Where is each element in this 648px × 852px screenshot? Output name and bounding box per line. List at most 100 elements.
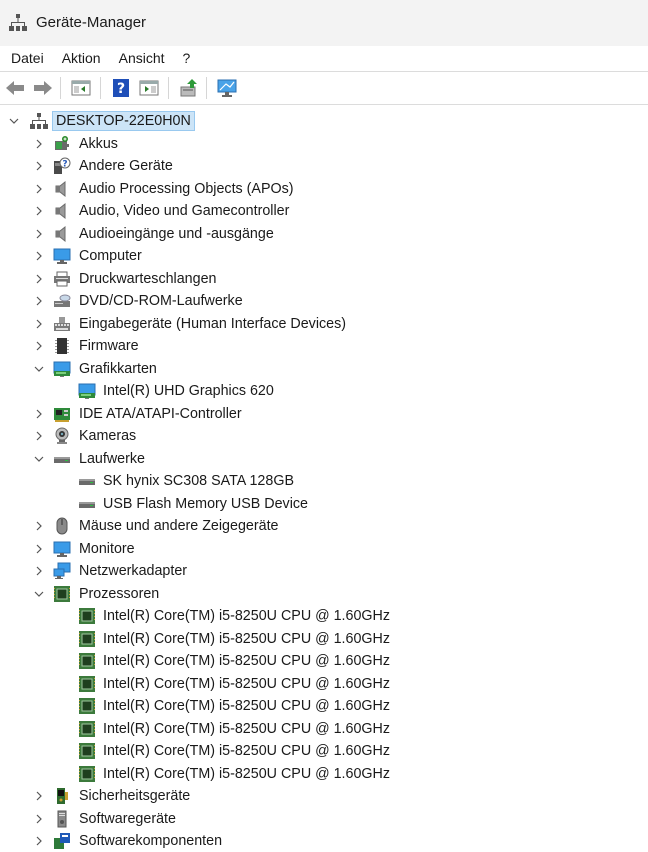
tree-category-akkus[interactable]: Akkus — [0, 133, 648, 155]
chevron-right-icon[interactable] — [33, 228, 45, 240]
tree-item-label: Computer — [79, 248, 142, 264]
help-icon: ? — [113, 79, 129, 97]
chevron-right-icon[interactable] — [33, 250, 45, 262]
tree-category-grafikkarten[interactable]: Grafikkarten — [0, 358, 648, 380]
software-device-icon — [53, 810, 71, 828]
chevron-right-icon[interactable] — [33, 138, 45, 150]
menu-ansicht[interactable]: Ansicht — [110, 46, 174, 70]
tree-item-label: Grafikkarten — [79, 360, 157, 377]
chevron-down-icon[interactable] — [33, 363, 45, 375]
processor-icon — [78, 652, 96, 670]
tree-device-item[interactable]: Intel(R) Core(TM) i5-8250U CPU @ 1.60GHz — [0, 740, 648, 762]
chevron-right-icon[interactable] — [33, 295, 45, 307]
tree-category-dvd-cd-rom-laufwerke[interactable]: DVD/CD-ROM-Laufwerke — [0, 290, 648, 312]
hid-icon — [53, 315, 71, 333]
tree-device-item[interactable]: Intel(R) UHD Graphics 620 — [0, 380, 648, 402]
tree-item-label: Kameras — [79, 428, 137, 444]
tree-item-label: Andere Geräte — [79, 158, 173, 174]
tree-device-item[interactable]: Intel(R) Core(TM) i5-8250U CPU @ 1.60GHz — [0, 628, 648, 650]
tree-item-label: Softwaregeräte — [79, 810, 176, 827]
chevron-right-icon[interactable] — [33, 430, 45, 442]
chevron-right-icon[interactable] — [33, 543, 45, 555]
chevron-right-icon[interactable] — [33, 813, 45, 825]
tree-category-eingabegeräte-human-interface-devices[interactable]: Eingabegeräte (Human Interface Devices) — [0, 313, 648, 335]
tree-device-item[interactable]: Intel(R) Core(TM) i5-8250U CPU @ 1.60GHz — [0, 763, 648, 785]
chevron-right-icon[interactable] — [33, 205, 45, 217]
tree-category-netzwerkadapter[interactable]: Netzwerkadapter — [0, 560, 648, 582]
chevron-right-icon[interactable] — [33, 183, 45, 195]
chevron-down-icon[interactable] — [8, 115, 20, 127]
toolbar-separator — [60, 77, 61, 99]
monitor-scan-icon — [217, 79, 237, 97]
tree-category-druckwarteschlangen[interactable]: Druckwarteschlangen — [0, 268, 648, 290]
tree-category-computer[interactable]: Computer — [0, 245, 648, 267]
chevron-right-icon[interactable] — [33, 408, 45, 420]
tree-device-item[interactable]: SK hynix SC308 SATA 128GB — [0, 470, 648, 492]
ide-controller-icon — [53, 405, 71, 423]
toolbar-separator — [206, 77, 207, 99]
tree-device-item[interactable]: Intel(R) Core(TM) i5-8250U CPU @ 1.60GHz — [0, 718, 648, 740]
tree-category-mäuse-und-andere-zeigegeräte[interactable]: Mäuse und andere Zeigegeräte — [0, 515, 648, 537]
tree-category-firmware[interactable]: Firmware — [0, 335, 648, 357]
update-driver-button[interactable] — [178, 77, 200, 99]
tree-item-label: Audio, Video und Gamecontroller — [79, 203, 290, 219]
forward-button[interactable] — [32, 77, 54, 99]
tree-item-label: Intel(R) Core(TM) i5-8250U CPU @ 1.60GHz — [103, 765, 391, 782]
tree-category-kameras[interactable]: Kameras — [0, 425, 648, 447]
tree-device-item[interactable]: Intel(R) Core(TM) i5-8250U CPU @ 1.60GHz — [0, 650, 648, 672]
processor-icon — [53, 585, 71, 603]
tree-item-label: Audioeingänge und -ausgänge — [79, 225, 274, 242]
tree-category-andere-geräte[interactable]: ? Andere Geräte — [0, 155, 648, 177]
chevron-right-icon[interactable] — [33, 565, 45, 577]
tree-category-audioeingänge-und-ausgänge[interactable]: Audioeingänge und -ausgänge — [0, 223, 648, 245]
help-button[interactable]: ? — [110, 77, 132, 99]
tree-device-item[interactable]: USB Flash Memory USB Device — [0, 493, 648, 515]
chevron-right-icon[interactable] — [33, 835, 45, 847]
disk-drive-icon — [78, 495, 96, 513]
menu-aktion[interactable]: Aktion — [53, 46, 110, 70]
chevron-right-icon[interactable] — [33, 340, 45, 352]
scan-hardware-button[interactable] — [216, 77, 238, 99]
chevron-right-icon[interactable] — [33, 318, 45, 330]
menu-help[interactable]: ? — [174, 46, 200, 70]
tree-category-audio-processing-objects-apos[interactable]: Audio Processing Objects (APOs) — [0, 178, 648, 200]
tree-category-ide-ata-atapi-controller[interactable]: IDE ATA/ATAPI-Controller — [0, 403, 648, 425]
tree-category-softwaregeräte[interactable]: Softwaregeräte — [0, 808, 648, 830]
dvd-drive-icon — [53, 292, 71, 310]
battery-icon — [53, 135, 71, 153]
tree-device-item[interactable]: Intel(R) Core(TM) i5-8250U CPU @ 1.60GHz — [0, 673, 648, 695]
chevron-right-icon[interactable] — [33, 273, 45, 285]
computer-root-icon — [30, 112, 48, 130]
computer-icon — [53, 247, 71, 265]
tree-item-label: Monitore — [79, 540, 135, 557]
speaker-icon — [53, 180, 71, 198]
tree-category-audio-video-und-gamecontroller[interactable]: Audio, Video und Gamecontroller — [0, 200, 648, 222]
back-button[interactable] — [4, 77, 26, 99]
tree-item-label: Sicherheitsgeräte — [79, 788, 191, 804]
show-hide-console-tree-button[interactable] — [70, 77, 92, 99]
chevron-right-icon[interactable] — [33, 160, 45, 172]
tree-item-label: Intel(R) Core(TM) i5-8250U CPU @ 1.60GHz — [103, 608, 391, 624]
tree-root[interactable]: DESKTOP-22E0H0N — [0, 110, 648, 132]
show-hide-action-pane-button[interactable] — [138, 77, 160, 99]
camera-icon — [53, 427, 71, 445]
processor-icon — [78, 697, 96, 715]
tree-item-label: DVD/CD-ROM-Laufwerke — [79, 293, 243, 309]
tree-item-label: Intel(R) UHD Graphics 620 — [103, 383, 274, 399]
tree-category-softwarekomponenten[interactable]: Softwarekomponenten — [0, 830, 648, 852]
chevron-down-icon[interactable] — [33, 588, 45, 600]
tree-device-item[interactable]: Intel(R) Core(TM) i5-8250U CPU @ 1.60GHz — [0, 695, 648, 717]
chevron-right-icon[interactable] — [33, 520, 45, 532]
tree-item-label: Intel(R) Core(TM) i5-8250U CPU @ 1.60GHz — [103, 630, 391, 647]
tree-category-sicherheitsgeräte[interactable]: Sicherheitsgeräte — [0, 785, 648, 807]
chevron-down-icon[interactable] — [33, 453, 45, 465]
tree-category-prozessoren[interactable]: Prozessoren — [0, 583, 648, 605]
window-title: Geräte-Manager — [36, 14, 147, 31]
disk-drive-icon — [53, 450, 71, 468]
tree-device-item[interactable]: Intel(R) Core(TM) i5-8250U CPU @ 1.60GHz — [0, 605, 648, 627]
processor-icon — [78, 607, 96, 625]
tree-category-laufwerke[interactable]: Laufwerke — [0, 448, 648, 470]
chevron-right-icon[interactable] — [33, 790, 45, 802]
tree-category-monitore[interactable]: Monitore — [0, 538, 648, 560]
menu-datei[interactable]: Datei — [0, 46, 53, 70]
